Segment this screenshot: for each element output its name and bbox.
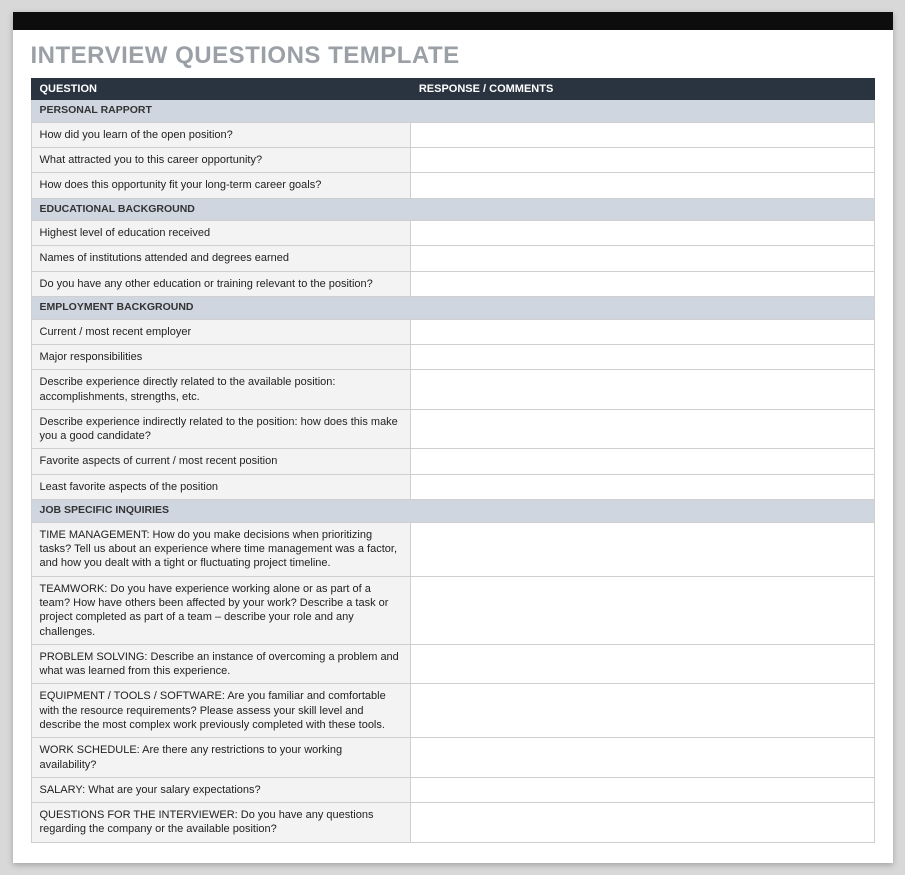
- response-cell[interactable]: [410, 576, 874, 644]
- response-cell[interactable]: [410, 474, 874, 499]
- header-response: RESPONSE / COMMENTS: [410, 79, 874, 100]
- table-row: SALARY: What are your salary expectation…: [31, 777, 874, 802]
- table-row: Least favorite aspects of the position: [31, 474, 874, 499]
- question-cell: Names of institutions attended and degre…: [31, 246, 410, 271]
- question-cell: Do you have any other education or train…: [31, 271, 410, 296]
- table-row: Describe experience directly related to …: [31, 370, 874, 410]
- top-black-bar: [13, 12, 893, 30]
- section-row: PERSONAL RAPPORT: [31, 100, 874, 123]
- questions-table: QUESTION RESPONSE / COMMENTS PERSONAL RA…: [31, 78, 875, 843]
- section-label: PERSONAL RAPPORT: [31, 100, 874, 123]
- table-row: Major responsibilities: [31, 345, 874, 370]
- section-label: JOB SPECIFIC INQUIRIES: [31, 500, 874, 523]
- table-row: Favorite aspects of current / most recen…: [31, 449, 874, 474]
- table-row: What attracted you to this career opport…: [31, 147, 874, 172]
- response-cell[interactable]: [410, 271, 874, 296]
- section-label: EMPLOYMENT BACKGROUND: [31, 297, 874, 320]
- content-area: INTERVIEW QUESTIONS TEMPLATE QUESTION RE…: [13, 30, 893, 843]
- section-row: JOB SPECIFIC INQUIRIES: [31, 500, 874, 523]
- question-cell: TEAMWORK: Do you have experience working…: [31, 576, 410, 644]
- table-row: EQUIPMENT / TOOLS / SOFTWARE: Are you fa…: [31, 684, 874, 738]
- table-header-row: QUESTION RESPONSE / COMMENTS: [31, 79, 874, 100]
- response-cell[interactable]: [410, 803, 874, 843]
- question-cell: What attracted you to this career opport…: [31, 147, 410, 172]
- response-cell[interactable]: [410, 147, 874, 172]
- section-row: EDUCATIONAL BACKGROUND: [31, 198, 874, 221]
- page-title: INTERVIEW QUESTIONS TEMPLATE: [31, 42, 875, 70]
- table-row: WORK SCHEDULE: Are there any restriction…: [31, 738, 874, 778]
- question-cell: EQUIPMENT / TOOLS / SOFTWARE: Are you fa…: [31, 684, 410, 738]
- table-row: Current / most recent employer: [31, 319, 874, 344]
- question-cell: Highest level of education received: [31, 221, 410, 246]
- response-cell[interactable]: [410, 522, 874, 576]
- question-cell: QUESTIONS FOR THE INTERVIEWER: Do you ha…: [31, 803, 410, 843]
- question-cell: Describe experience indirectly related t…: [31, 409, 410, 449]
- table-row: Highest level of education received: [31, 221, 874, 246]
- section-row: EMPLOYMENT BACKGROUND: [31, 297, 874, 320]
- table-row: Names of institutions attended and degre…: [31, 246, 874, 271]
- question-cell: Current / most recent employer: [31, 319, 410, 344]
- response-cell[interactable]: [410, 221, 874, 246]
- question-cell: How does this opportunity fit your long-…: [31, 173, 410, 198]
- section-label: EDUCATIONAL BACKGROUND: [31, 198, 874, 221]
- response-cell[interactable]: [410, 345, 874, 370]
- question-cell: SALARY: What are your salary expectation…: [31, 777, 410, 802]
- table-row: How does this opportunity fit your long-…: [31, 173, 874, 198]
- response-cell[interactable]: [410, 684, 874, 738]
- document-page: INTERVIEW QUESTIONS TEMPLATE QUESTION RE…: [13, 12, 893, 863]
- table-row: Describe experience indirectly related t…: [31, 409, 874, 449]
- response-cell[interactable]: [410, 409, 874, 449]
- table-row: PROBLEM SOLVING: Describe an instance of…: [31, 644, 874, 684]
- response-cell[interactable]: [410, 738, 874, 778]
- table-row: QUESTIONS FOR THE INTERVIEWER: Do you ha…: [31, 803, 874, 843]
- response-cell[interactable]: [410, 122, 874, 147]
- question-cell: Favorite aspects of current / most recen…: [31, 449, 410, 474]
- response-cell[interactable]: [410, 246, 874, 271]
- question-cell: TIME MANAGEMENT: How do you make decisio…: [31, 522, 410, 576]
- response-cell[interactable]: [410, 777, 874, 802]
- response-cell[interactable]: [410, 370, 874, 410]
- table-row: TEAMWORK: Do you have experience working…: [31, 576, 874, 644]
- table-body: PERSONAL RAPPORTHow did you learn of the…: [31, 100, 874, 843]
- question-cell: Describe experience directly related to …: [31, 370, 410, 410]
- response-cell[interactable]: [410, 173, 874, 198]
- question-cell: Least favorite aspects of the position: [31, 474, 410, 499]
- response-cell[interactable]: [410, 449, 874, 474]
- table-row: How did you learn of the open position?: [31, 122, 874, 147]
- question-cell: How did you learn of the open position?: [31, 122, 410, 147]
- question-cell: PROBLEM SOLVING: Describe an instance of…: [31, 644, 410, 684]
- table-row: Do you have any other education or train…: [31, 271, 874, 296]
- question-cell: Major responsibilities: [31, 345, 410, 370]
- response-cell[interactable]: [410, 319, 874, 344]
- table-row: TIME MANAGEMENT: How do you make decisio…: [31, 522, 874, 576]
- question-cell: WORK SCHEDULE: Are there any restriction…: [31, 738, 410, 778]
- response-cell[interactable]: [410, 644, 874, 684]
- header-question: QUESTION: [31, 79, 410, 100]
